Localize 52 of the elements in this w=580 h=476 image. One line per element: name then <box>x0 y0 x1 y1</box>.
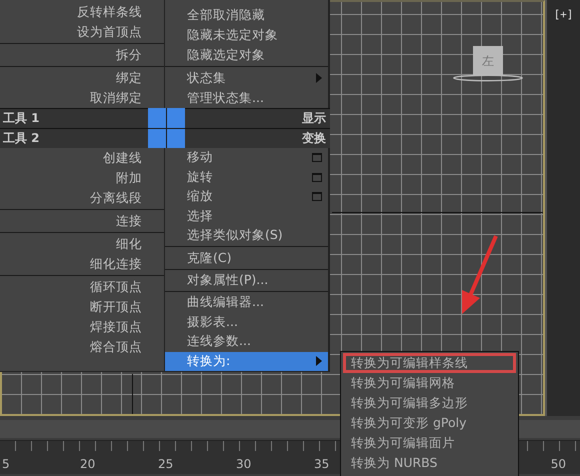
menu-item[interactable]: 创建线 <box>0 148 164 168</box>
settings-box-icon[interactable] <box>312 153 322 162</box>
frame-number: 25 <box>158 457 174 471</box>
menu-item[interactable]: 转换为可变形 gPoly <box>341 413 518 433</box>
menu-item[interactable]: 旋转 <box>165 167 328 187</box>
frame-number: 5 <box>2 457 10 471</box>
menu-item[interactable]: 设为首顶点 <box>0 22 164 42</box>
menu-item[interactable]: 断开顶点 <box>0 297 164 317</box>
compass-ring-icon <box>452 74 524 82</box>
menu-item[interactable]: 状态集 <box>165 68 328 88</box>
menu-item[interactable]: 附加 <box>0 168 164 188</box>
menu-item[interactable]: 对象属性(P)... <box>165 270 328 290</box>
menu-item[interactable]: 反转样条线 <box>0 2 164 22</box>
menu-item[interactable]: 转换为可编辑多边形 <box>341 393 518 413</box>
menu-item[interactable]: 转换为可编辑样条线 <box>343 353 516 373</box>
settings-box-icon[interactable] <box>312 192 322 202</box>
menu-item[interactable]: 选择 <box>165 206 328 226</box>
menu-item[interactable]: 摄影表... <box>165 312 328 332</box>
menu-item[interactable]: 移动 <box>165 148 328 168</box>
menu-item[interactable]: 焊接顶点 <box>0 317 164 337</box>
submenu-arrow-icon <box>316 356 322 366</box>
grid-divider-line <box>132 374 133 414</box>
menu-item[interactable]: 转换为可编辑网格 <box>341 373 518 393</box>
menu-item[interactable]: 选择类似对象(S) <box>165 226 328 246</box>
menu-item[interactable]: 连接 <box>0 211 164 231</box>
menu-item[interactable]: 隐藏选定对象 <box>165 45 328 65</box>
menu-item[interactable]: 转换为: <box>165 352 328 372</box>
settings-box-icon[interactable] <box>312 172 322 182</box>
frame-number: 30 <box>236 457 252 471</box>
viewport-label[interactable]: [+] <box>554 8 574 21</box>
quad-title: 显示 <box>185 108 330 128</box>
menu-item[interactable]: 曲线编辑器... <box>165 293 328 313</box>
menu-item[interactable]: 分离线段 <box>0 188 164 208</box>
frame-number: 50 <box>550 457 566 471</box>
menu-item[interactable]: 细化连接 <box>0 254 164 274</box>
menu-item[interactable]: 转换为 NURBS <box>341 453 518 473</box>
menu-item[interactable]: 全部取消隐藏 <box>165 5 328 25</box>
menu-item[interactable]: 拆分 <box>0 45 164 65</box>
menu-item[interactable]: 循环顶点 <box>0 277 164 297</box>
menu-item[interactable]: 克隆(C) <box>165 248 328 268</box>
menu-item[interactable]: 绑定 <box>0 68 164 88</box>
submenu-arrow-icon <box>316 73 322 83</box>
menu-item[interactable]: 熔合顶点 <box>0 337 164 357</box>
menu-item[interactable]: 细化 <box>0 234 164 254</box>
menu-item[interactable]: 连线参数... <box>165 332 328 352</box>
frame-number: 20 <box>80 457 96 471</box>
menu-item[interactable]: 取消绑定 <box>0 88 164 108</box>
menu-item[interactable]: 缩放 <box>165 186 328 206</box>
menu-item[interactable]: 隐藏未选定对象 <box>165 25 328 45</box>
quad-center-icon[interactable] <box>148 108 185 148</box>
frame-number: 35 <box>314 457 330 471</box>
menu-item[interactable]: 管理状态集... <box>165 88 328 108</box>
